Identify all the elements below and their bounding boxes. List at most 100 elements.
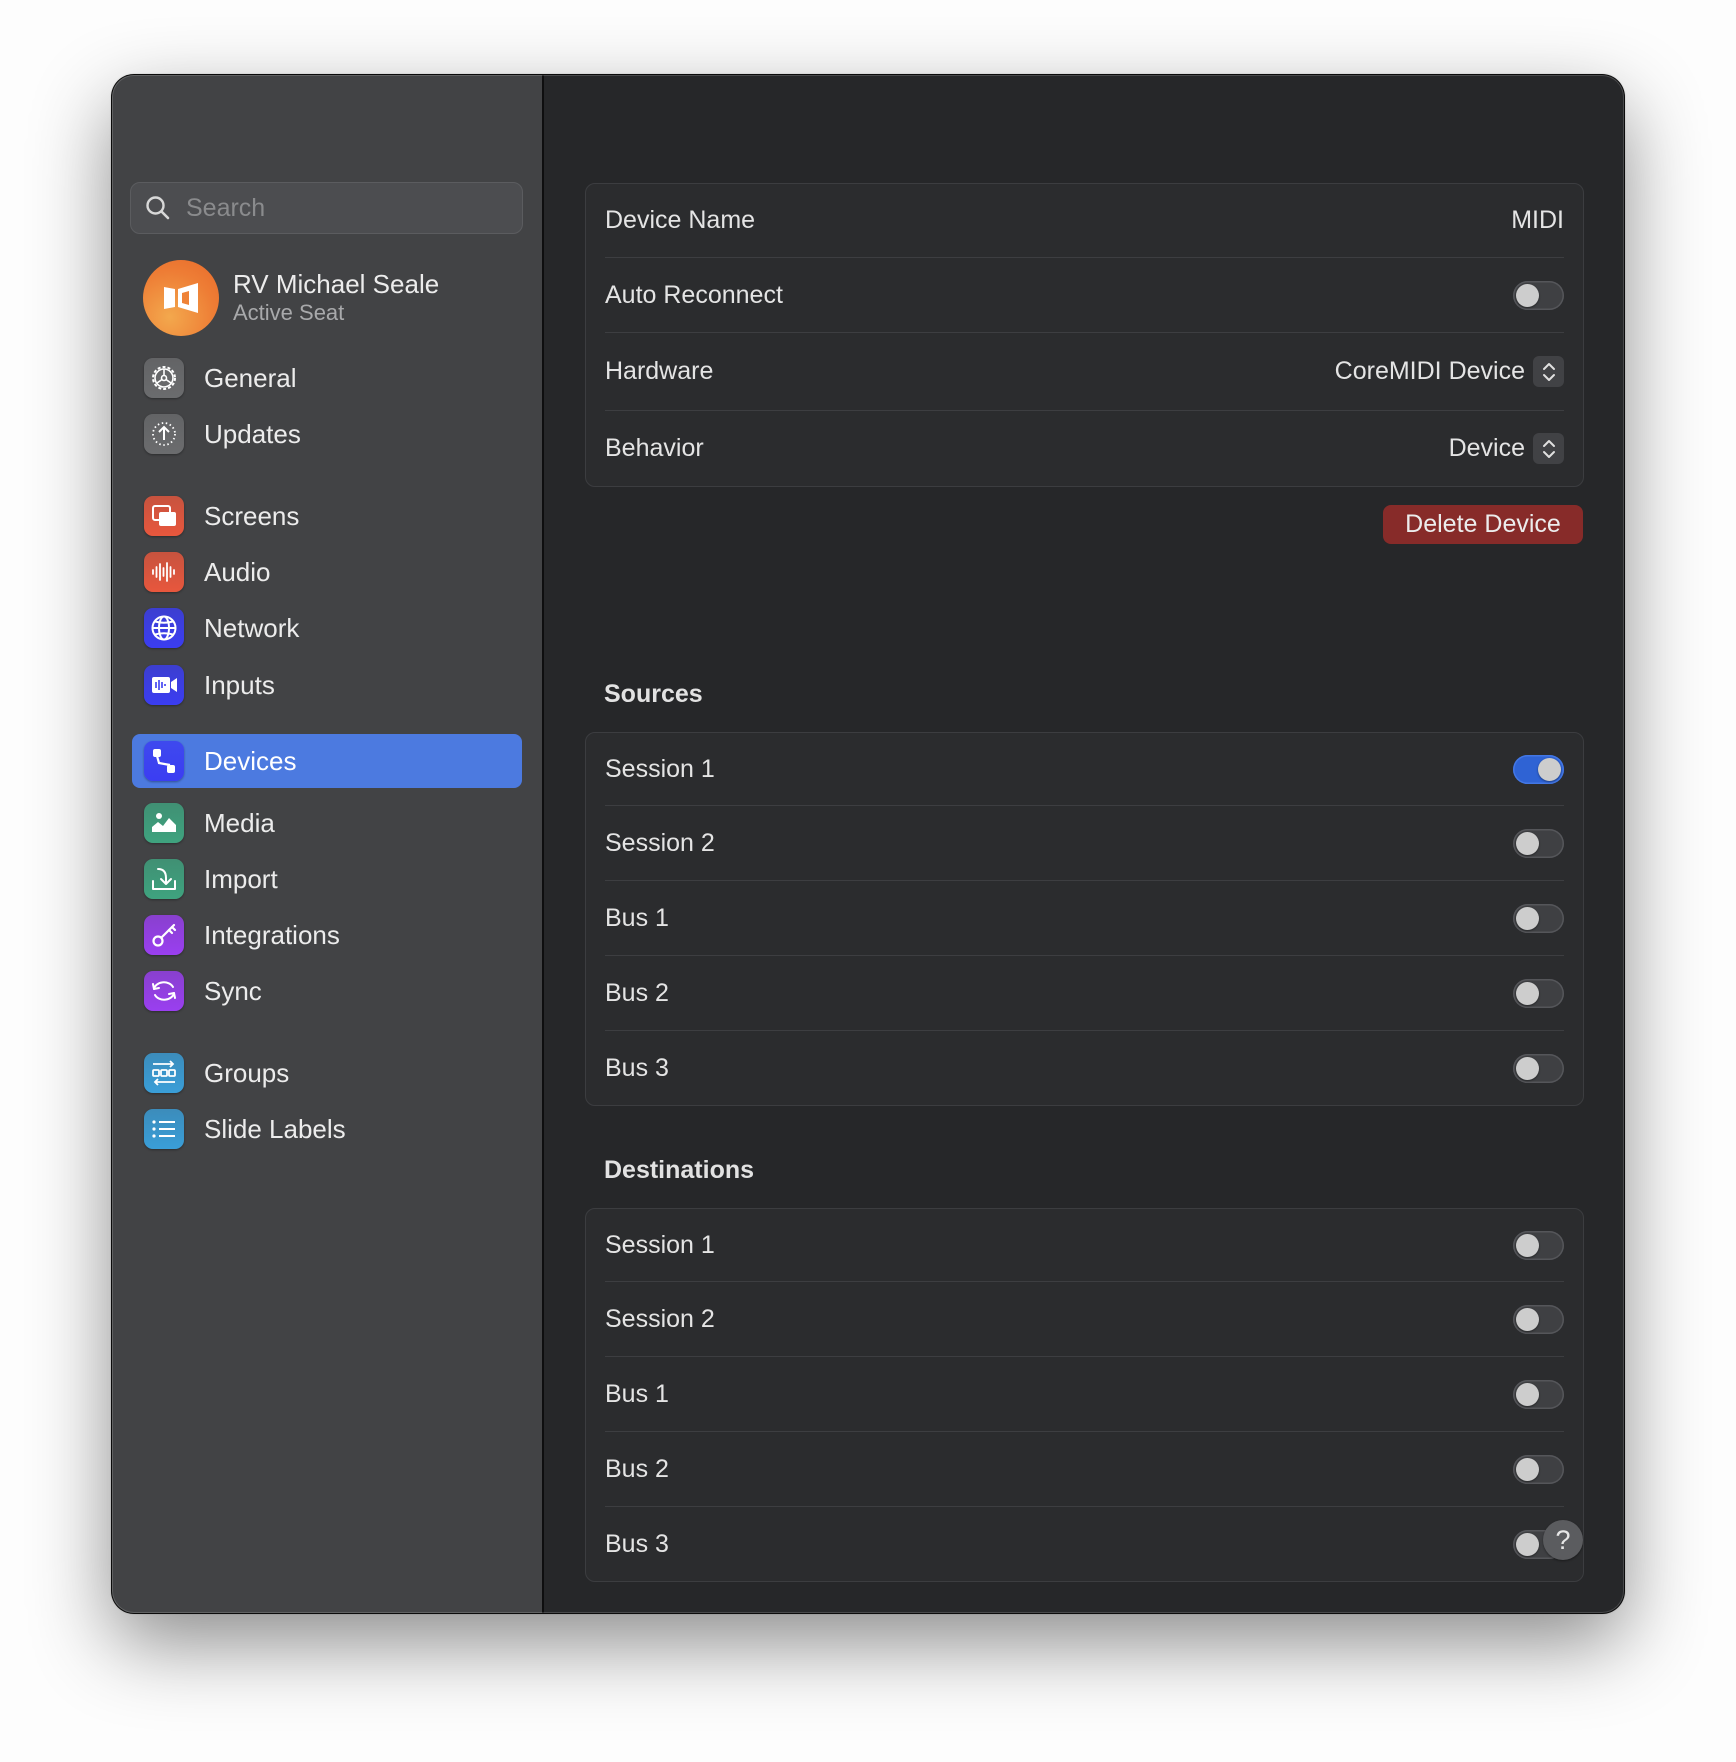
settings-window: RV Michael Seale Active Seat General Upda… xyxy=(112,75,1624,1613)
device-name-row: Device Name MIDI xyxy=(605,184,1564,258)
profile-subtitle: Active Seat xyxy=(233,300,345,325)
sidebar-item-label: Import xyxy=(204,863,278,894)
device-name-value[interactable]: MIDI xyxy=(1511,206,1564,235)
sources-heading: Sources xyxy=(604,680,703,708)
sidebar-item-label: Slide Labels xyxy=(204,1113,346,1144)
sidebar-item-label: Network xyxy=(204,612,300,643)
sidebar-item-label: Integrations xyxy=(204,919,340,950)
sidebar-item-audio[interactable]: Audio xyxy=(132,545,522,599)
sidebar-item-label: Updates xyxy=(204,418,301,449)
user-profile[interactable]: RV Michael Seale Active Seat xyxy=(143,260,439,336)
auto-reconnect-row: Auto Reconnect xyxy=(605,258,1564,333)
sidebar: RV Michael Seale Active Seat General Upda… xyxy=(112,75,544,1613)
profile-name: RV Michael Seale xyxy=(233,269,440,299)
sources-toggle[interactable] xyxy=(1513,754,1564,784)
sources-label: Bus 3 xyxy=(605,1053,669,1082)
sidebar-item-sync[interactable]: Sync xyxy=(132,964,522,1018)
sources-toggle[interactable] xyxy=(1513,903,1564,933)
sidebar-item-media[interactable]: Media xyxy=(132,796,522,850)
destinations-row: Bus 3 xyxy=(605,1507,1564,1581)
sidebar-item-label: Audio xyxy=(204,556,271,587)
sidebar-item-network[interactable]: Network xyxy=(132,601,522,655)
import-tray-icon xyxy=(144,859,184,899)
destinations-row: Bus 1 xyxy=(605,1357,1564,1432)
list-icon xyxy=(144,1109,184,1149)
sidebar-item-updates[interactable]: Updates xyxy=(132,407,522,461)
sidebar-item-import[interactable]: Import xyxy=(132,852,522,906)
sources-row: Session 1 xyxy=(605,733,1564,806)
sources-label: Session 1 xyxy=(605,754,715,783)
sources-toggle[interactable] xyxy=(1513,978,1564,1008)
sources-row: Bus 1 xyxy=(605,881,1564,956)
sidebar-item-slide-labels[interactable]: Slide Labels xyxy=(132,1102,522,1156)
destinations-label: Session 2 xyxy=(605,1304,715,1333)
avatar xyxy=(143,260,219,336)
behavior-value: Device xyxy=(1448,434,1525,462)
sidebar-item-integrations[interactable]: Integrations xyxy=(132,908,522,962)
sidebar-item-label: General xyxy=(204,362,297,393)
hardware-select[interactable]: CoreMIDI Device xyxy=(1335,356,1564,387)
sidebar-item-devices[interactable]: Devices xyxy=(132,734,522,788)
video-input-icon xyxy=(144,665,184,705)
delete-device-button[interactable]: Delete Device xyxy=(1383,505,1583,544)
sources-toggle[interactable] xyxy=(1513,828,1564,858)
auto-reconnect-toggle[interactable] xyxy=(1513,280,1564,310)
sources-label: Bus 1 xyxy=(605,903,669,932)
sidebar-item-label: Sync xyxy=(204,975,262,1006)
groups-icon xyxy=(144,1053,184,1093)
sidebar-item-label: Media xyxy=(204,807,275,838)
sidebar-item-label: Groups xyxy=(204,1057,290,1088)
behavior-label: Behavior xyxy=(605,434,704,462)
destinations-label: Bus 3 xyxy=(605,1529,669,1558)
main-panel: Device Settings Device Name MIDI Auto Re… xyxy=(544,75,1624,1613)
sidebar-item-label: Inputs xyxy=(204,669,275,700)
photo-icon xyxy=(144,803,184,843)
sidebar-item-screens[interactable]: Screens xyxy=(132,489,522,543)
hardware-label: Hardware xyxy=(605,357,714,385)
destinations-label: Bus 2 xyxy=(605,1454,669,1483)
device-settings-card: Device Name MIDI Auto Reconnect Hardware… xyxy=(585,183,1584,487)
gear-icon xyxy=(144,358,184,398)
device-name-label: Device Name xyxy=(605,206,756,234)
behavior-select[interactable]: Device xyxy=(1449,433,1564,464)
sources-toggle[interactable] xyxy=(1513,1053,1564,1083)
destinations-label: Bus 1 xyxy=(605,1379,669,1408)
update-arrow-icon xyxy=(144,414,184,454)
destinations-row: Session 1 xyxy=(605,1209,1564,1282)
hardware-row: Hardware CoreMIDI Device xyxy=(605,333,1564,411)
chevron-up-down-icon xyxy=(1533,433,1564,464)
destinations-toggle[interactable] xyxy=(1513,1230,1564,1260)
sidebar-item-label: Screens xyxy=(204,500,300,531)
help-button[interactable]: ? xyxy=(1543,1520,1583,1560)
destinations-heading: Destinations xyxy=(604,1156,755,1184)
search-icon xyxy=(146,196,170,220)
behavior-row: Behavior Device xyxy=(605,411,1564,486)
search-field[interactable] xyxy=(130,182,523,234)
destinations-toggle[interactable] xyxy=(1513,1304,1564,1334)
sidebar-item-general[interactable]: General xyxy=(132,351,522,405)
hardware-value: CoreMIDI Device xyxy=(1334,357,1525,385)
waveform-icon xyxy=(144,552,184,592)
destinations-toggle[interactable] xyxy=(1513,1454,1564,1484)
destinations-row: Bus 2 xyxy=(605,1432,1564,1507)
auto-reconnect-label: Auto Reconnect xyxy=(605,280,783,309)
destinations-label: Session 1 xyxy=(605,1230,715,1259)
sidebar-item-label: Devices xyxy=(204,745,297,776)
sources-row: Bus 2 xyxy=(605,956,1564,1031)
key-icon xyxy=(144,915,184,955)
sync-arrows-icon xyxy=(144,971,184,1011)
sources-row: Session 2 xyxy=(605,806,1564,881)
globe-icon xyxy=(144,608,184,648)
destinations-toggle[interactable] xyxy=(1513,1379,1564,1409)
sources-label: Session 2 xyxy=(605,828,715,857)
search-input[interactable] xyxy=(184,192,508,224)
sidebar-item-groups[interactable]: Groups xyxy=(132,1046,522,1100)
sources-card: Session 1 Session 2 Bus 1 Bus 2 Bus 3 xyxy=(585,732,1584,1106)
destinations-card: Session 1 Session 2 Bus 1 Bus 2 Bus 3 xyxy=(585,1208,1584,1582)
chevron-up-down-icon xyxy=(1533,356,1564,387)
sidebar-item-inputs[interactable]: Inputs xyxy=(132,658,522,712)
sources-label: Bus 2 xyxy=(605,978,669,1007)
screens-icon xyxy=(144,496,184,536)
destinations-row: Session 2 xyxy=(605,1282,1564,1357)
device-connection-icon xyxy=(144,741,184,781)
